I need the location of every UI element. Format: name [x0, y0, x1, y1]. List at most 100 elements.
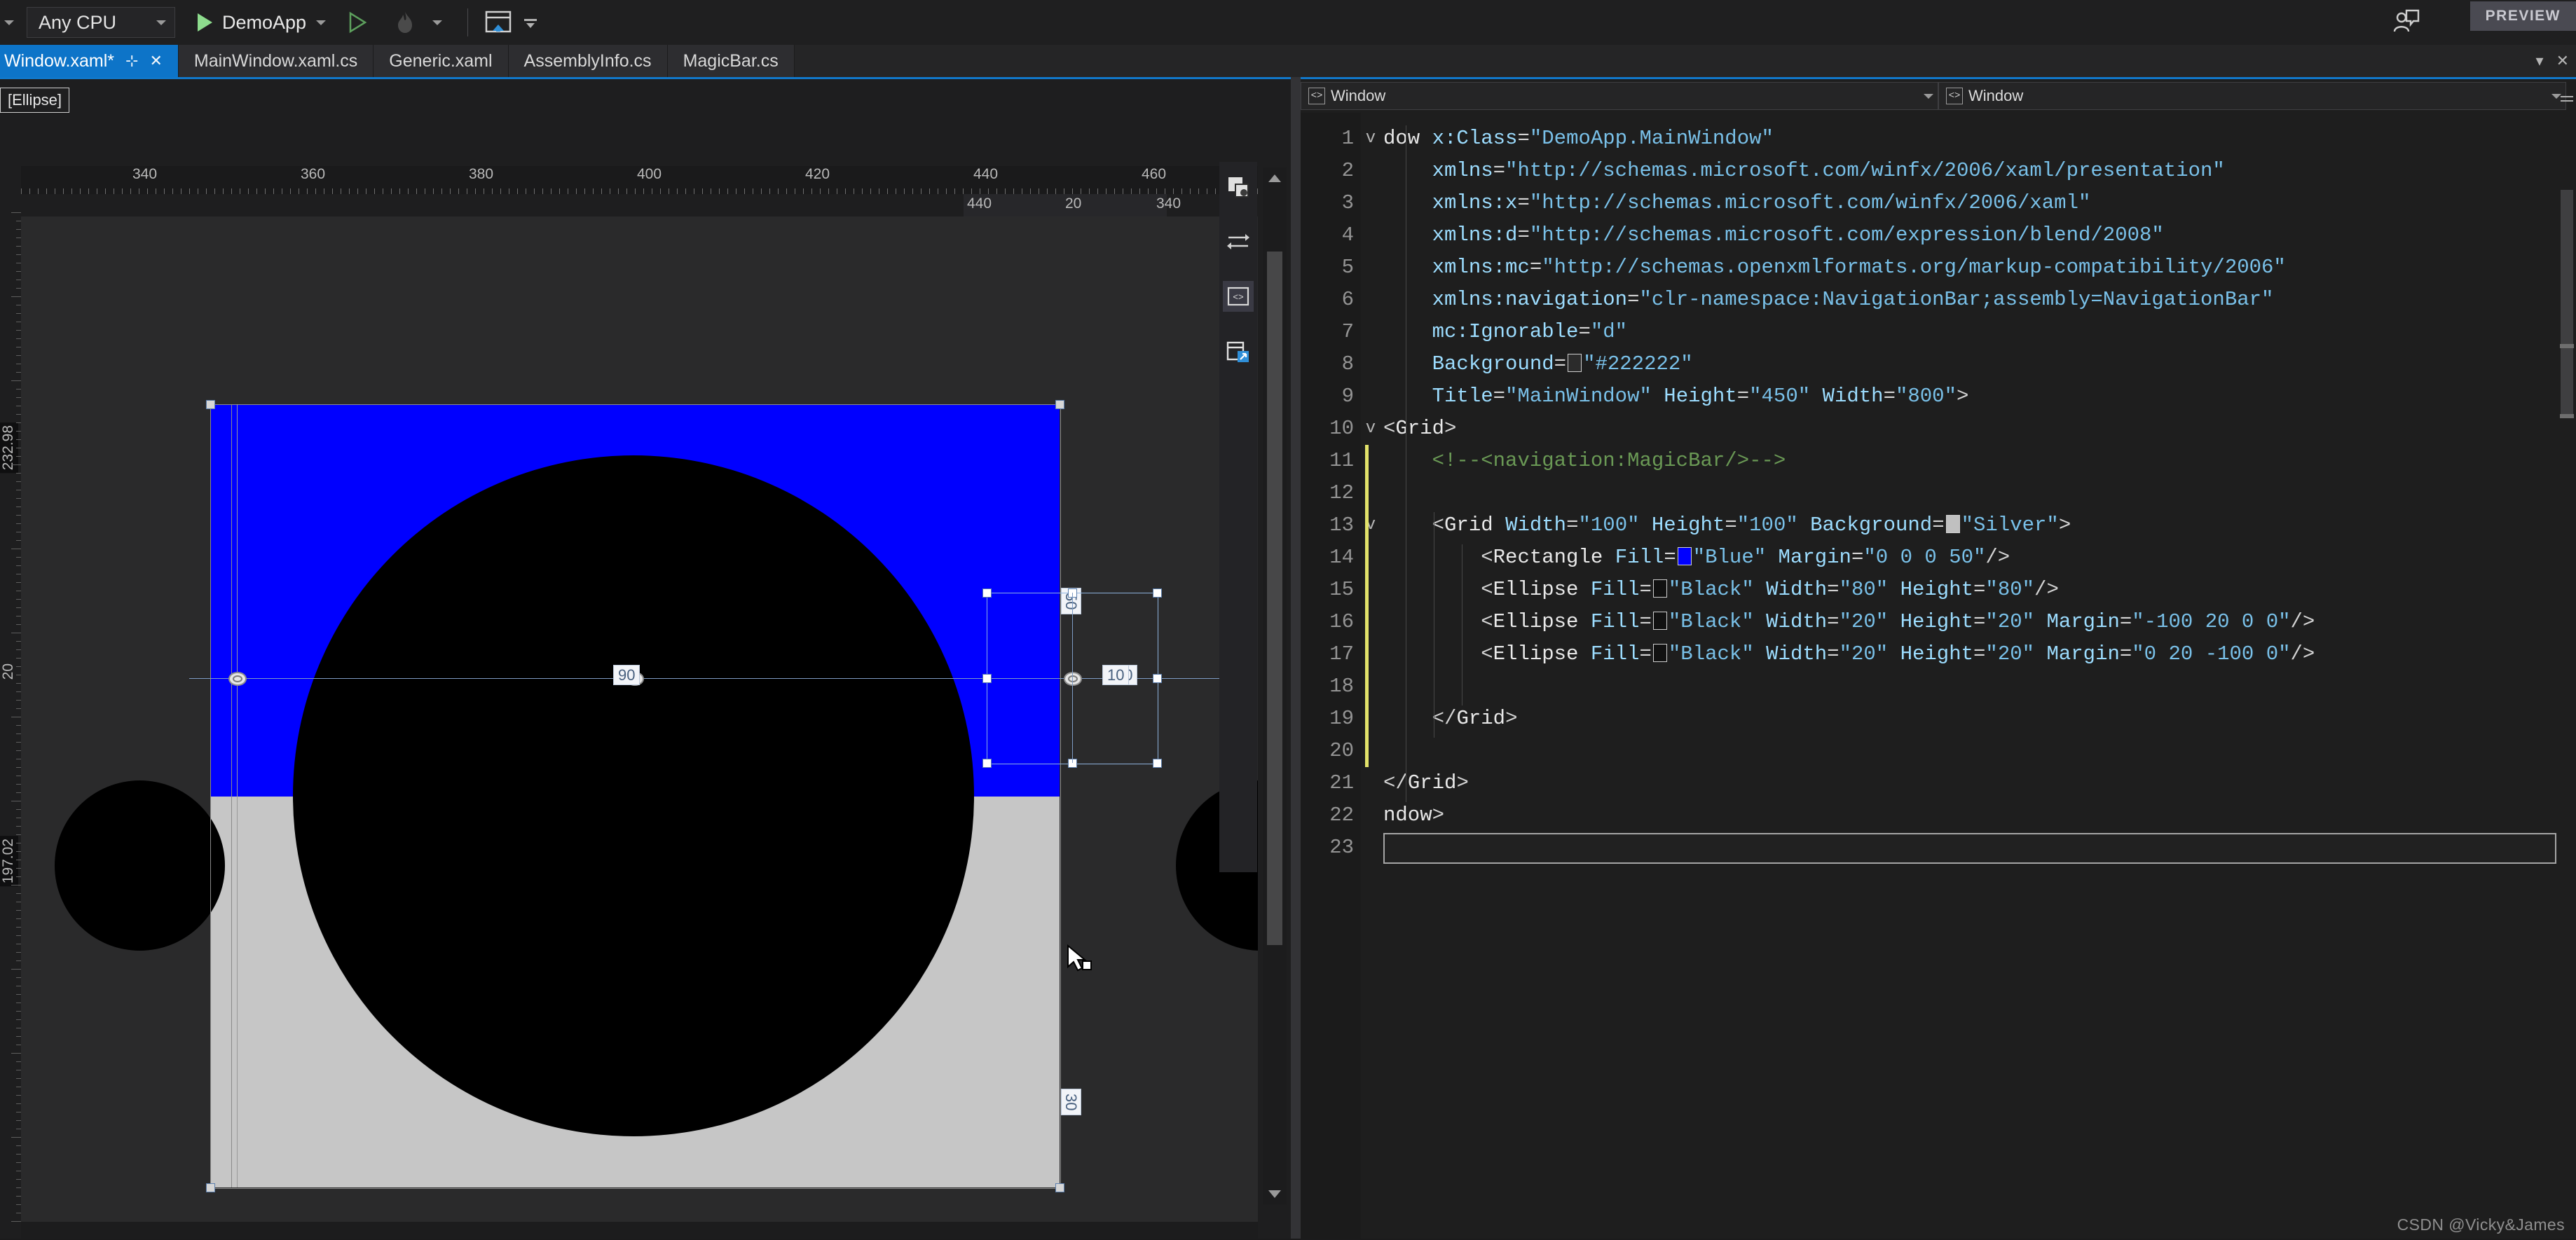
h-ruler-tick [1030, 188, 1031, 194]
sel-handle-se[interactable] [1153, 759, 1162, 768]
xaml-code-button[interactable]: <> [1223, 281, 1254, 312]
artboard-button[interactable] [1223, 172, 1254, 202]
code-line[interactable]: 21 </Grid> [1301, 767, 2576, 799]
ellipse-left-small[interactable] [55, 780, 225, 951]
h-ruler-tick [1013, 188, 1014, 194]
hot-reload-button[interactable] [389, 6, 421, 39]
sel-handle-ne[interactable] [1153, 588, 1162, 598]
v-ruler-tick [16, 624, 21, 625]
tab-generic-xaml[interactable]: Generic.xaml [374, 45, 509, 77]
code-line[interactable]: 1 v dow x:Class="DemoApp.MainWindow" [1301, 123, 2576, 155]
designer-horizontal-scrollbar[interactable] [21, 1222, 1258, 1240]
vertical-ruler[interactable]: 232.98 20 197.02 [0, 212, 21, 1228]
xaml-code-editor-pane: <> Window <> Window 1 v dow x:Class="DemoA… [1301, 77, 2576, 1240]
code-line[interactable]: 4 xmlns:d="http://schemas.microsoft.com/… [1301, 219, 2576, 252]
v-ruler-tick [16, 355, 21, 356]
live-visual-tree-button[interactable] [482, 6, 514, 39]
sel-handle-s[interactable] [1068, 759, 1077, 768]
chevron-down-icon [4, 20, 14, 25]
v-ruler-tick [16, 994, 21, 995]
designer-scroll-thumb[interactable] [1267, 252, 1282, 945]
chevron-down-icon[interactable] [316, 20, 327, 25]
editor-selection-box[interactable] [1383, 833, 2556, 864]
pin-icon[interactable]: ⊹ [125, 52, 138, 70]
code-line-text: </Grid> [1383, 771, 1469, 794]
swap-panes-button[interactable] [1223, 226, 1254, 257]
h-ruler-tick [593, 188, 594, 194]
sel-handle-n[interactable] [1068, 588, 1077, 598]
design-surface[interactable]: 90 90 50 30 10 [21, 216, 1258, 1228]
split-bar [2561, 100, 2573, 102]
split-view-button[interactable] [2559, 85, 2575, 113]
code-line[interactable]: 19 </Grid> [1301, 703, 2576, 735]
code-line[interactable]: 11 <!--<navigation:MagicBar/>--> [1301, 445, 2576, 477]
h-ruler-label: 380 [469, 166, 494, 182]
v-ruler-tick [16, 834, 21, 835]
h-ruler-tick [1198, 188, 1199, 194]
designer-vertical-scrollbar[interactable] [1263, 167, 1287, 1204]
v-ruler-tick [11, 212, 21, 213]
code-text-area[interactable]: 1 v dow x:Class="DemoApp.MainWindow" 2 xmln… [1301, 113, 2576, 1240]
pop-out-window-button[interactable] [1223, 336, 1254, 366]
code-line[interactable]: 9 Title="MainWindow" Height="450" Width=… [1301, 380, 2576, 413]
code-line[interactable]: 8 Background= "#222222" [1301, 348, 2576, 380]
code-line[interactable]: 6 xmlns:navigation="clr-namespace:Naviga… [1301, 284, 2576, 316]
code-line[interactable]: 13 v <Grid Width="100" Height="100" Backg… [1301, 509, 2576, 542]
h-ruler-tick [475, 188, 476, 194]
fold-toggle-icon[interactable]: v [1362, 413, 1379, 445]
hot-reload-dropdown[interactable] [421, 6, 453, 39]
scroll-up-icon[interactable] [1263, 167, 1287, 188]
v-ruler-tick [16, 1154, 21, 1155]
code-line[interactable]: 12 [1301, 477, 2576, 509]
tab-list-dropdown-icon[interactable]: ▾ [2536, 52, 2544, 70]
editor-vertical-scrollbar[interactable] [2558, 113, 2576, 1240]
navbar-type-combo[interactable]: <> Window [1301, 82, 1938, 110]
editor-scroll-thumb[interactable] [2561, 190, 2573, 414]
code-line[interactable]: 3 xmlns:x="http://schemas.microsoft.com/… [1301, 187, 2576, 219]
start-without-debugging-button[interactable] [341, 6, 374, 39]
code-line[interactable]: 16 <Ellipse Fill= "Black" Width="20" Heig… [1301, 606, 2576, 638]
code-line-text: </Grid> [1432, 707, 1518, 730]
code-line-text: <Ellipse Fill= "Black" Width="20" Height=… [1481, 642, 2315, 666]
h-ruler-tick [21, 188, 22, 194]
ellipse-large[interactable] [293, 455, 974, 1136]
navbar-member-combo[interactable]: <> Window [1938, 82, 2566, 110]
h-ruler-tick [1131, 188, 1132, 194]
tab-close-icon[interactable]: ✕ [2556, 52, 2569, 70]
h-ruler-tick [744, 188, 745, 194]
tab-window-xaml[interactable]: Window.xaml* ⊹ ✕ [0, 45, 179, 77]
h-ruler-tick [946, 188, 947, 194]
platform-target-combo[interactable]: Any CPU [27, 7, 175, 38]
code-line[interactable]: 17 <Ellipse Fill= "Black" Width="20" Heig… [1301, 638, 2576, 670]
h-ruler-tick [29, 188, 30, 194]
line-number: 17 [1329, 642, 1354, 666]
xaml-designer-pane: [Ellipse] 340 360 380 400 420 440 460 440 20 340… [0, 77, 1291, 1240]
sel-handle-e[interactable] [1153, 674, 1162, 683]
wpf-window-preview[interactable] [55, 404, 1258, 1187]
v-ruler-label: 20 [0, 663, 16, 680]
v-ruler-tick [16, 1162, 21, 1163]
horizontal-margin-ruler[interactable]: 440 20 340 [21, 194, 1258, 216]
tab-magicbar-cs[interactable]: MagicBar.cs [667, 45, 795, 77]
code-line[interactable]: 7 mc:Ignorable="d" [1301, 316, 2576, 348]
tab-assemblyinfo-cs[interactable]: AssemblyInfo.cs [508, 45, 668, 77]
code-line[interactable]: 18 [1301, 670, 2576, 703]
tab-mainwindow-xaml-cs[interactable]: MainWindow.xaml.cs [178, 45, 374, 77]
code-line[interactable]: 22 ndow> [1301, 799, 2576, 832]
code-line[interactable]: 5 xmlns:mc="http://schemas.openxmlformat… [1301, 252, 2576, 284]
pane-splitter[interactable] [1291, 77, 1301, 1240]
v-ruler-tick [16, 338, 21, 339]
toolbar-overflow-button[interactable] [514, 6, 547, 39]
code-line[interactable]: 10 v <Grid> [1301, 413, 2576, 445]
code-line[interactable]: 15 <Ellipse Fill= "Black" Width="80" Heig… [1301, 574, 2576, 606]
fold-toggle-icon[interactable]: v [1362, 123, 1379, 155]
send-feedback-button[interactable] [2392, 8, 2420, 36]
horizontal-ruler[interactable]: 340 360 380 400 420 440 460 [21, 166, 1258, 194]
code-line[interactable]: 20 [1301, 735, 2576, 767]
close-icon[interactable]: ✕ [149, 52, 162, 70]
code-line[interactable]: 14 <Rectangle Fill= "Blue" Margin="0 0 0 … [1301, 542, 2576, 574]
toolbar-left-caret[interactable] [0, 0, 18, 45]
code-line[interactable]: 2 xmlns="http://schemas.microsoft.com/wi… [1301, 155, 2576, 187]
start-debugging-button[interactable]: DemoApp [198, 0, 327, 45]
scroll-down-icon[interactable] [1263, 1183, 1287, 1204]
